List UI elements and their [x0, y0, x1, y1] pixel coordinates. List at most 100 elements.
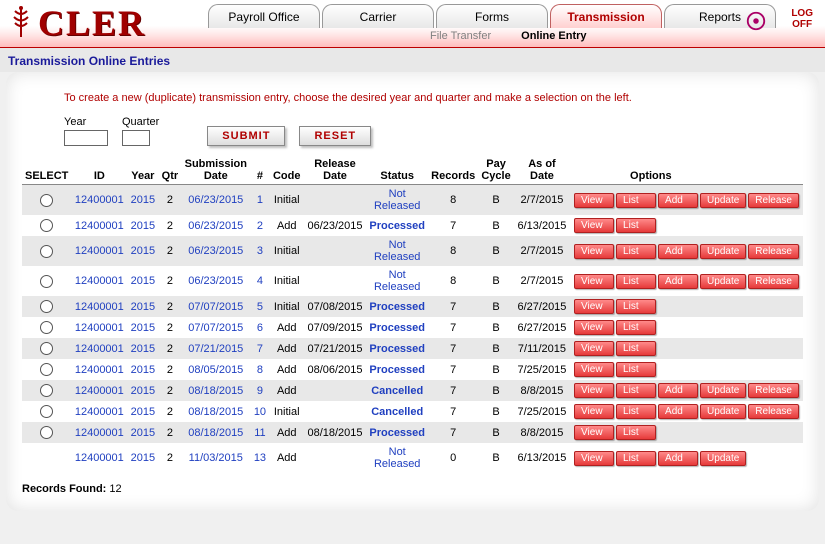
list-button[interactable]: List [616, 274, 656, 289]
select-radio[interactable] [40, 384, 53, 397]
cell-submission-date[interactable]: 08/18/2015 [188, 406, 243, 418]
update-button[interactable]: Update [700, 244, 746, 259]
view-button[interactable]: View [574, 244, 614, 259]
list-button[interactable]: List [616, 218, 656, 233]
cell-year[interactable]: 2015 [131, 406, 155, 418]
select-radio[interactable] [40, 245, 53, 258]
add-button[interactable]: Add [658, 274, 698, 289]
add-button[interactable]: Add [658, 383, 698, 398]
cell-number[interactable]: 5 [257, 301, 263, 313]
add-button[interactable]: Add [658, 404, 698, 419]
year-input[interactable] [64, 130, 108, 146]
cell-year[interactable]: 2015 [131, 194, 155, 206]
cell-submission-date[interactable]: 08/05/2015 [188, 364, 243, 376]
select-radio[interactable] [40, 300, 53, 313]
release-button[interactable]: Release [748, 383, 799, 398]
cell-id[interactable]: 12400001 [75, 275, 124, 287]
cell-year[interactable]: 2015 [131, 301, 155, 313]
update-button[interactable]: Update [700, 451, 746, 466]
cell-year[interactable]: 2015 [131, 322, 155, 334]
update-button[interactable]: Update [700, 383, 746, 398]
select-radio[interactable] [40, 321, 53, 334]
cell-id[interactable]: 12400001 [75, 220, 124, 232]
view-button[interactable]: View [574, 362, 614, 377]
release-button[interactable]: Release [748, 274, 799, 289]
subtab-online-entry[interactable]: Online Entry [521, 30, 586, 42]
list-button[interactable]: List [616, 244, 656, 259]
tab-transmission[interactable]: Transmission [550, 4, 662, 28]
add-button[interactable]: Add [658, 451, 698, 466]
cell-year[interactable]: 2015 [131, 220, 155, 232]
cell-number[interactable]: 9 [257, 385, 263, 397]
cell-submission-date[interactable]: 08/18/2015 [188, 385, 243, 397]
list-button[interactable]: List [616, 425, 656, 440]
submit-button[interactable]: SUBMIT [207, 126, 285, 146]
cell-submission-date[interactable]: 11/03/2015 [189, 452, 243, 464]
view-button[interactable]: View [574, 320, 614, 335]
view-button[interactable]: View [574, 451, 614, 466]
cell-number[interactable]: 3 [257, 245, 263, 257]
select-radio[interactable] [40, 194, 53, 207]
list-button[interactable]: List [616, 193, 656, 208]
cell-submission-date[interactable]: 06/23/2015 [188, 220, 243, 232]
view-button[interactable]: View [574, 218, 614, 233]
view-button[interactable]: View [574, 193, 614, 208]
logoff-link[interactable]: LOGOFF [791, 8, 813, 30]
select-radio[interactable] [40, 405, 53, 418]
select-radio[interactable] [40, 219, 53, 232]
list-button[interactable]: List [616, 299, 656, 314]
cell-submission-date[interactable]: 07/07/2015 [188, 322, 243, 334]
list-button[interactable]: List [616, 341, 656, 356]
cell-year[interactable]: 2015 [131, 343, 155, 355]
tab-payroll-office[interactable]: Payroll Office [208, 4, 320, 28]
cell-year[interactable]: 2015 [131, 275, 155, 287]
cell-id[interactable]: 12400001 [75, 452, 124, 464]
cell-number[interactable]: 10 [254, 406, 266, 418]
select-radio[interactable] [40, 426, 53, 439]
list-button[interactable]: List [616, 362, 656, 377]
release-button[interactable]: Release [748, 193, 799, 208]
update-button[interactable]: Update [700, 404, 746, 419]
add-button[interactable]: Add [658, 244, 698, 259]
cell-number[interactable]: 7 [257, 343, 263, 355]
cell-submission-date[interactable]: 06/23/2015 [188, 245, 243, 257]
cell-id[interactable]: 12400001 [75, 406, 124, 418]
cell-id[interactable]: 12400001 [75, 385, 124, 397]
view-button[interactable]: View [574, 383, 614, 398]
cell-submission-date[interactable]: 07/07/2015 [188, 301, 243, 313]
tab-carrier[interactable]: Carrier [322, 4, 434, 28]
cell-id[interactable]: 12400001 [75, 245, 124, 257]
cell-submission-date[interactable]: 08/18/2015 [188, 427, 243, 439]
cell-id[interactable]: 12400001 [75, 322, 124, 334]
subtab-file-transfer[interactable]: File Transfer [430, 30, 491, 42]
tab-forms[interactable]: Forms [436, 4, 548, 28]
cell-year[interactable]: 2015 [131, 364, 155, 376]
cell-id[interactable]: 12400001 [75, 343, 124, 355]
cell-submission-date[interactable]: 06/23/2015 [188, 194, 243, 206]
list-button[interactable]: List [616, 383, 656, 398]
view-button[interactable]: View [574, 299, 614, 314]
select-radio[interactable] [40, 342, 53, 355]
update-button[interactable]: Update [700, 193, 746, 208]
view-button[interactable]: View [574, 404, 614, 419]
cell-number[interactable]: 6 [257, 322, 263, 334]
view-button[interactable]: View [574, 425, 614, 440]
reset-button[interactable]: RESET [299, 126, 371, 146]
cell-number[interactable]: 4 [257, 275, 263, 287]
cell-year[interactable]: 2015 [131, 452, 155, 464]
cell-number[interactable]: 11 [254, 427, 265, 439]
cell-id[interactable]: 12400001 [75, 301, 124, 313]
view-button[interactable]: View [574, 341, 614, 356]
list-button[interactable]: List [616, 451, 656, 466]
cell-id[interactable]: 12400001 [75, 364, 124, 376]
select-radio[interactable] [40, 275, 53, 288]
cell-submission-date[interactable]: 06/23/2015 [188, 275, 243, 287]
settings-icon[interactable] [745, 10, 767, 32]
cell-submission-date[interactable]: 07/21/2015 [188, 343, 243, 355]
list-button[interactable]: List [616, 320, 656, 335]
update-button[interactable]: Update [700, 274, 746, 289]
cell-number[interactable]: 13 [254, 452, 266, 464]
view-button[interactable]: View [574, 274, 614, 289]
cell-year[interactable]: 2015 [131, 427, 155, 439]
select-radio[interactable] [40, 363, 53, 376]
